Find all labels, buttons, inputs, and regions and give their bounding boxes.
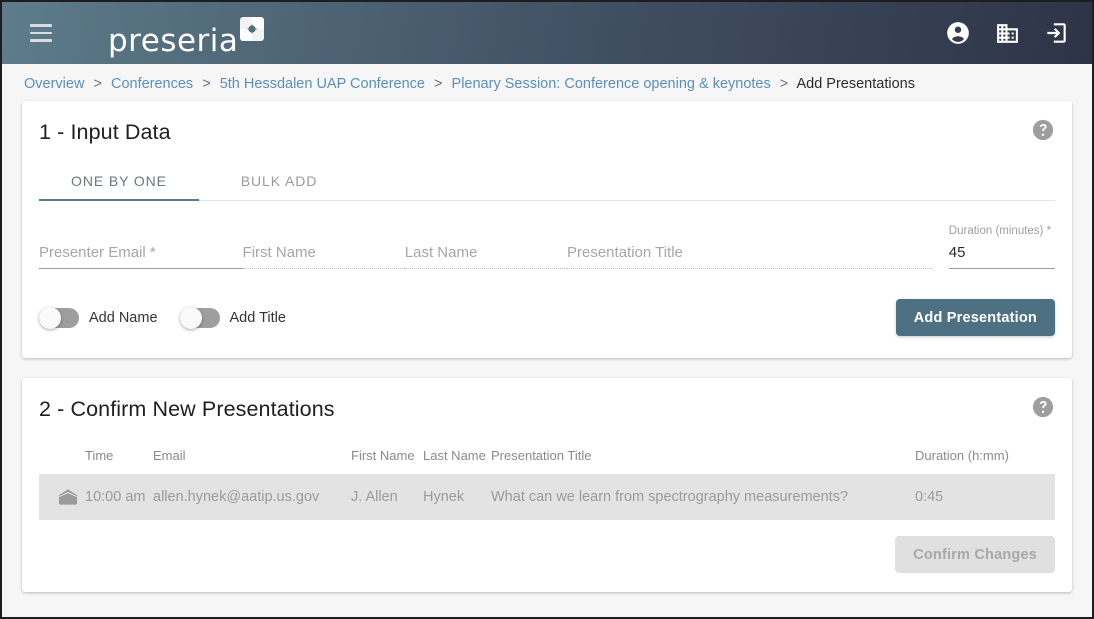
breadcrumb-separator: >	[93, 76, 102, 92]
preseria-logo-mark	[239, 16, 265, 42]
presentations-table: Time Email First Name Last Name Presenta…	[39, 448, 1055, 520]
column-header-first-name: First Name	[351, 448, 415, 463]
hamburger-bar	[30, 24, 52, 27]
column-header-time: Time	[85, 448, 114, 463]
duration-underline	[948, 268, 1055, 269]
business-building-icon[interactable]	[993, 19, 1021, 47]
add-name-switch[interactable]	[39, 306, 79, 329]
breadcrumb-item-overview[interactable]: Overview	[24, 76, 84, 92]
presentation-title-input[interactable]	[567, 242, 932, 264]
add-name-toggle[interactable]: Add Name	[39, 306, 158, 329]
tab-one-by-one[interactable]: ONE BY ONE	[39, 161, 199, 201]
confirm-presentations-card: 2 - Confirm New Presentations Time Email…	[22, 378, 1072, 592]
help-circle-icon[interactable]	[1032, 119, 1054, 141]
row-time: 10:00 am	[85, 489, 146, 505]
logout-arrow-icon[interactable]	[1042, 19, 1070, 47]
row-email: allen.hynek@aatip.us.gov	[153, 489, 320, 505]
row-duration: 0:45	[915, 489, 944, 505]
toggle-row: Add Name Add Title Add Presentation	[22, 273, 1072, 358]
table-row[interactable]: 10:00 am allen.hynek@aatip.us.gov J. All…	[39, 474, 1055, 520]
presentation-title-field-wrap	[567, 225, 932, 273]
column-header-icon	[39, 448, 85, 474]
breadcrumb-item-current: Add Presentations	[796, 76, 915, 92]
presenter-email-input[interactable]	[39, 242, 243, 264]
hamburger-bar	[30, 39, 52, 42]
confirm-actions: Confirm Changes	[22, 520, 1072, 592]
confirm-changes-button[interactable]: Confirm Changes	[895, 536, 1055, 573]
header-actions	[944, 19, 1070, 47]
breadcrumb-separator: >	[434, 76, 443, 92]
duration-field-wrap: Duration (minutes) *	[948, 225, 1055, 273]
last-name-field-wrap	[404, 225, 567, 273]
last-name-input[interactable]	[404, 242, 567, 264]
first-name-input[interactable]	[242, 242, 405, 264]
breadcrumb: Overview > Conferences > 5th Hessdalen U…	[2, 64, 1092, 101]
first-name-underline	[242, 268, 405, 269]
first-name-spacer	[243, 225, 405, 239]
mail-open-icon	[57, 486, 85, 508]
presentation-title-spacer	[567, 225, 932, 239]
last-name-underline	[404, 268, 567, 269]
hamburger-menu-icon[interactable]	[24, 16, 58, 50]
page-title-input-data: 1 - Input Data	[39, 120, 171, 144]
account-circle-icon[interactable]	[944, 19, 972, 47]
help-circle-icon[interactable]	[1032, 396, 1054, 418]
breadcrumb-item-conference[interactable]: 5th Hessdalen UAP Conference	[220, 76, 425, 92]
breadcrumb-separator: >	[779, 76, 789, 92]
breadcrumb-separator: >	[202, 76, 211, 92]
app-window: preseria Overview > Conferences > 5th He…	[0, 0, 1094, 619]
add-presentation-button[interactable]: Add Presentation	[895, 299, 1055, 336]
row-status-cell	[39, 474, 85, 520]
presentations-table-wrap: Time Email First Name Last Name Presenta…	[22, 422, 1072, 520]
presenter-email-field-wrap	[39, 225, 243, 273]
brand-name: preseria	[108, 22, 239, 59]
input-data-card: 1 - Input Data ONE BY ONE BULK ADD Prese…	[22, 101, 1072, 358]
add-title-label: Add Title	[229, 309, 286, 326]
input-mode-tabs: ONE BY ONE BULK ADD	[39, 161, 1055, 201]
add-title-switch[interactable]	[179, 306, 220, 329]
table-header-row: Time Email First Name Last Name Presenta…	[39, 448, 1055, 474]
presenter-email-underline	[39, 268, 243, 269]
row-first-name: J. Allen	[351, 489, 398, 505]
presentation-title-underline	[567, 268, 932, 269]
add-name-label: Add Name	[89, 309, 158, 326]
page-title-confirm: 2 - Confirm New Presentations	[39, 397, 335, 421]
breadcrumb-item-conferences[interactable]: Conferences	[111, 76, 193, 92]
brand-logo[interactable]: preseria	[108, 16, 265, 56]
add-title-toggle[interactable]: Add Title	[179, 306, 286, 329]
presentation-input-form: Duration (minutes) *	[22, 201, 1072, 273]
tab-bulk-add[interactable]: BULK ADD	[199, 161, 359, 200]
column-header-title: Presentation Title	[491, 448, 592, 463]
row-title: What can we learn from spectrography mea…	[491, 489, 849, 505]
column-header-email: Email	[153, 448, 186, 463]
column-header-last-name: Last Name	[423, 448, 486, 463]
duration-field-label: Duration (minutes) *	[948, 225, 1052, 237]
last-name-spacer	[405, 225, 567, 239]
first-name-field-wrap	[242, 225, 405, 273]
column-header-duration: Duration (h:mm)	[915, 448, 1009, 463]
duration-input[interactable]	[948, 242, 1055, 264]
row-last-name: Hynek	[423, 489, 465, 505]
breadcrumb-item-session[interactable]: Plenary Session: Conference opening & ke…	[452, 76, 771, 92]
app-header: preseria	[2, 2, 1092, 64]
hamburger-bar	[30, 31, 52, 35]
table-header: Time Email First Name Last Name Presenta…	[39, 448, 1055, 474]
table-body: 10:00 am allen.hynek@aatip.us.gov J. All…	[39, 474, 1055, 520]
presenter-email-spacer	[39, 225, 243, 239]
